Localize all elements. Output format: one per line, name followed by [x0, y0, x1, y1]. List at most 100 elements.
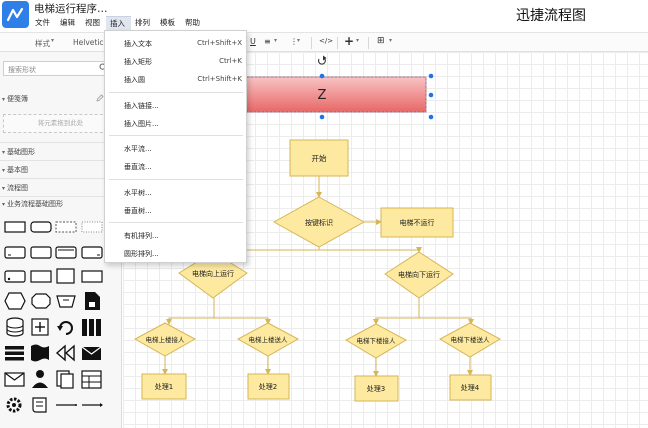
menu-item-horizontal-tree[interactable]: 水平树...: [105, 184, 246, 200]
shape-hexagon[interactable]: [3, 290, 27, 312]
refresh-icon[interactable]: [54, 316, 78, 338]
menu-item-label: 插入图片...: [124, 120, 159, 128]
label-p4: 处理4: [461, 383, 480, 392]
connector-line-icon[interactable]: [54, 394, 78, 416]
menu-help[interactable]: 帮助: [181, 16, 206, 30]
code-button[interactable]: </>: [319, 37, 333, 45]
align-caret-icon[interactable]: ▾: [274, 37, 277, 44]
toolbar-divider: [311, 37, 312, 49]
section-label: 基础图形: [7, 148, 36, 156]
mail-outline-icon[interactable]: [3, 368, 27, 390]
arrow-line-icon[interactable]: [80, 394, 104, 416]
shape-dashed-rectangle[interactable]: [54, 216, 78, 238]
table-caret-icon[interactable]: ▾: [389, 37, 392, 44]
shape-search-input[interactable]: 搜索形状: [3, 61, 107, 76]
table-button[interactable]: ⊞: [377, 36, 385, 46]
menu-template[interactable]: 模板: [156, 16, 181, 30]
style-caret-icon[interactable]: ▾: [51, 37, 54, 44]
menu-item-vertical-tree[interactable]: 垂直树...: [105, 202, 246, 218]
app-logo-icon[interactable]: [2, 1, 29, 28]
database-icon[interactable]: [3, 316, 27, 338]
user-icon[interactable]: [29, 368, 53, 390]
edge-down-send[interactable]: [419, 317, 474, 325]
menu-item-label: 插入链接...: [124, 102, 159, 110]
menu-item-horizontal-flow[interactable]: 水平流...: [105, 140, 246, 156]
shape-rectangle-plain[interactable]: [29, 265, 53, 287]
menu-item-shortcut: Ctrl+K: [219, 57, 242, 65]
font-dropdown[interactable]: Helvetic: [73, 38, 104, 47]
section-label: 便笺簿: [7, 95, 29, 103]
menu-item-label: 水平流...: [124, 145, 152, 153]
shape-rectangle-dot[interactable]: [3, 265, 27, 287]
gear-icon[interactable]: [3, 394, 27, 416]
shape-dotted-rectangle[interactable]: [80, 216, 104, 238]
label-up-send: 电梯上楼送人: [249, 335, 289, 344]
menu-item-insert-image[interactable]: 插入图片...: [105, 115, 246, 131]
shape-square[interactable]: [54, 265, 78, 287]
insert-caret-icon[interactable]: ▾: [356, 37, 359, 44]
rewind-icon[interactable]: [54, 342, 78, 364]
label-p3: 处理3: [367, 384, 385, 393]
shape-rectangle-wide[interactable]: [29, 241, 53, 263]
menu-item-label: 插入圆: [124, 76, 145, 84]
align-button[interactable]: ≡: [264, 37, 271, 46]
columns-icon[interactable]: [80, 316, 104, 338]
menu-insert[interactable]: 插入: [106, 16, 131, 30]
menu-item-shortcut: Ctrl+Shift+X: [197, 39, 242, 47]
shape-rectangle-outline[interactable]: [80, 265, 104, 287]
documents-icon[interactable]: [54, 368, 78, 390]
insert-menu: 插入文本 Ctrl+Shift+X 插入矩形 Ctrl+K 插入圆 Ctrl+Shif…: [104, 30, 247, 263]
label-down-send: 电梯下楼送人: [451, 335, 491, 344]
plus-box-icon[interactable]: [29, 316, 53, 338]
toolbar-divider: [368, 37, 369, 49]
flag-icon[interactable]: [29, 342, 53, 364]
label-go-up: 电梯向上运行: [192, 269, 234, 278]
edge-down-pick[interactable]: [373, 298, 420, 325]
label-down-pick: 电梯下楼接人: [357, 336, 397, 345]
menu-item-insert-rect[interactable]: 插入矩形 Ctrl+K: [105, 53, 246, 69]
shape-rectangle[interactable]: [3, 216, 27, 238]
menu-bar: 文件 编辑 视图 插入 排列 模板 帮助: [31, 16, 206, 30]
scratchpad-dropzone[interactable]: 将元素拖到此处: [3, 114, 118, 133]
shape-octagon[interactable]: [29, 290, 53, 312]
more-caret-icon[interactable]: ▾: [297, 37, 300, 44]
shape-rounded-rectangle[interactable]: [29, 216, 53, 238]
file-icon[interactable]: [80, 290, 104, 312]
menu-arrange[interactable]: 排列: [131, 16, 156, 30]
edge-up-pick[interactable]: [166, 298, 215, 325]
insert-button[interactable]: +: [344, 34, 354, 48]
menu-item-insert-text[interactable]: 插入文本 Ctrl+Shift+X: [105, 35, 246, 51]
menu-divider: [109, 222, 243, 223]
section-label: 基本图: [7, 166, 29, 174]
section-label: 业务流程基础图形: [7, 200, 64, 208]
shape-shield[interactable]: [54, 290, 78, 312]
document-title[interactable]: 电梯运行程序…: [34, 1, 108, 16]
menu-file[interactable]: 文件: [31, 16, 56, 30]
mail-filled-icon[interactable]: [80, 342, 104, 364]
menu-item-organic-layout[interactable]: 有机排列...: [105, 227, 246, 243]
shape-rectangle-header[interactable]: [54, 241, 78, 263]
menu-item-label: 插入文本: [124, 40, 152, 48]
rotate-handle-icon[interactable]: [317, 55, 327, 65]
menu-item-insert-circle[interactable]: 插入圆 Ctrl+Shift+K: [105, 71, 246, 87]
edit-icon[interactable]: [96, 94, 104, 104]
edge-up-send[interactable]: [214, 317, 271, 325]
menu-item-label: 垂直树...: [124, 207, 152, 215]
selected-shape-label: Z: [318, 88, 327, 103]
top-bar: 电梯运行程序… 文件 编辑 视图 插入 排列 模板 帮助 迅捷流程图: [0, 0, 648, 32]
scroll-icon[interactable]: [29, 394, 53, 416]
shape-rectangle-corner[interactable]: [80, 241, 104, 263]
menu-item-circle-layout[interactable]: 圆形排列...: [105, 245, 246, 261]
shape-rectangle-tab[interactable]: [3, 241, 27, 263]
style-dropdown[interactable]: 样式: [35, 38, 50, 49]
menu-divider: [109, 135, 243, 136]
menu-edit[interactable]: 编辑: [56, 16, 81, 30]
grid-table-icon[interactable]: [80, 368, 104, 390]
label-p2: 处理2: [259, 382, 277, 391]
underline-button[interactable]: U: [250, 37, 256, 46]
menu-item-vertical-flow[interactable]: 垂直流...: [105, 158, 246, 174]
menu-item-insert-link[interactable]: 插入链接...: [105, 97, 246, 113]
menu-lines-icon[interactable]: [3, 342, 27, 364]
menu-view[interactable]: 视图: [81, 16, 106, 30]
edge-decision-down[interactable]: [319, 247, 422, 253]
